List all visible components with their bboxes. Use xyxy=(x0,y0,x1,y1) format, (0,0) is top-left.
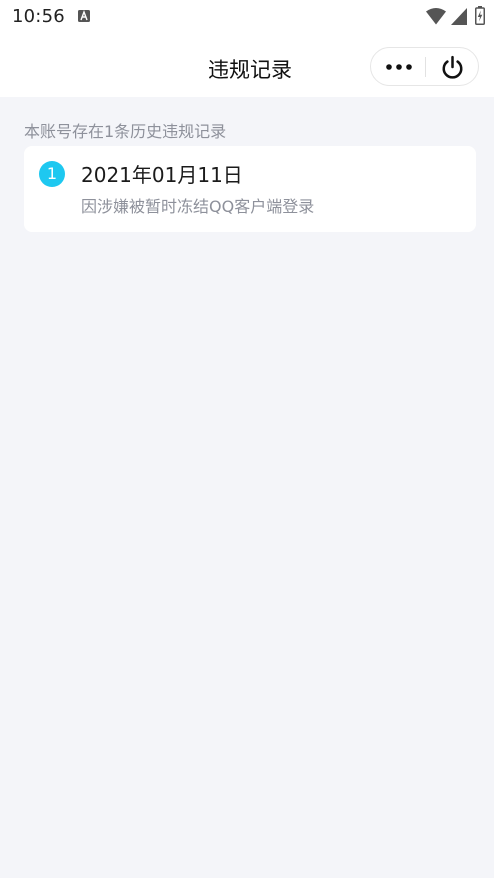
record-date: 2021年01月11日 xyxy=(81,163,243,187)
record-reason: 因涉嫌被暂时冻结QQ客户端登录 xyxy=(81,197,315,216)
close-button[interactable] xyxy=(426,48,478,85)
status-bar: 10:56 xyxy=(0,0,494,34)
cellular-signal-icon xyxy=(451,8,467,25)
top-bar: 10:56 违规记录 xyxy=(0,0,494,97)
more-button[interactable] xyxy=(371,48,425,85)
text-a-icon xyxy=(78,10,90,22)
wifi-icon xyxy=(426,8,446,25)
violation-summary: 本账号存在1条历史违规记录 xyxy=(24,122,227,141)
status-time: 10:56 xyxy=(12,6,65,27)
record-index-badge: 1 xyxy=(39,161,65,187)
more-dots-icon xyxy=(386,64,412,70)
battery-icon xyxy=(475,6,485,25)
mini-program-capsule xyxy=(370,47,479,86)
power-icon xyxy=(442,55,463,79)
violation-record-card: 1 2021年01月11日 因涉嫌被暂时冻结QQ客户端登录 xyxy=(24,146,476,232)
